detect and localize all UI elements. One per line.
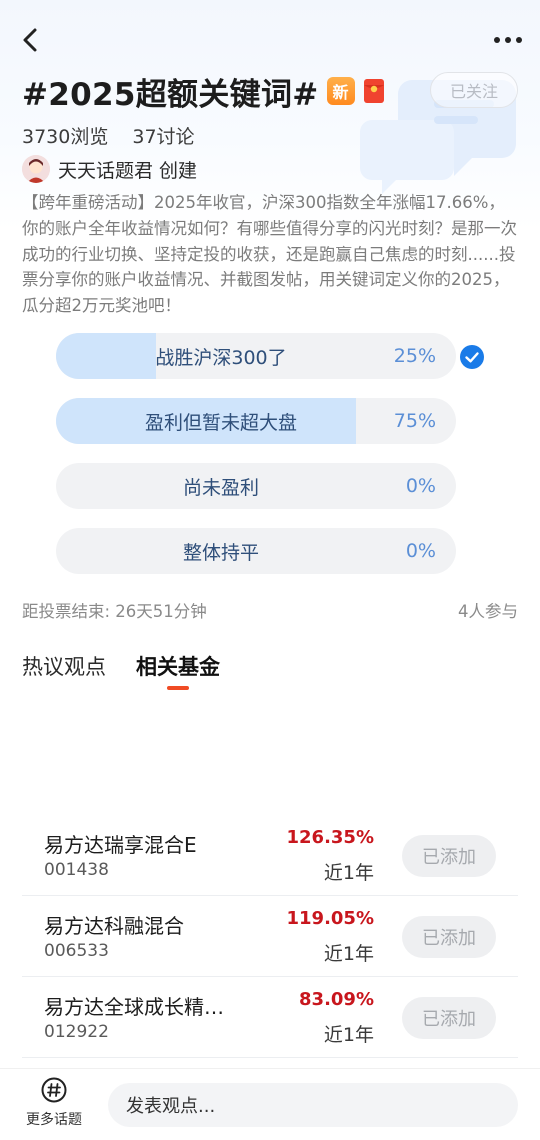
creator-avatar-icon bbox=[22, 155, 50, 183]
more-topics-button[interactable]: 更多话题 bbox=[16, 1077, 92, 1137]
fund-row[interactable]: 易方达全球成长精… 012922 83.09% 近1年 已添加 bbox=[22, 977, 518, 1058]
fund-name: 易方达全球成长精… bbox=[44, 995, 224, 1019]
page-title: #2025超额关键词# bbox=[22, 76, 319, 113]
red-envelope-icon bbox=[363, 79, 384, 103]
comment-input[interactable]: 发表观点... bbox=[108, 1083, 518, 1127]
poll-option-percent: 0% bbox=[405, 475, 436, 497]
added-button[interactable]: 已添加 bbox=[402, 916, 496, 958]
tab-hot-opinions[interactable]: 热议观点 bbox=[22, 648, 106, 684]
fund-return: 126.35% bbox=[286, 827, 375, 848]
added-button[interactable]: 已添加 bbox=[402, 997, 496, 1039]
tab-label: 热议观点 bbox=[22, 655, 106, 679]
follow-button[interactable]: 已关注 bbox=[430, 72, 518, 108]
tab-label: 相关基金 bbox=[136, 655, 220, 679]
more-topics-label: 更多话题 bbox=[26, 1112, 82, 1128]
fund-return: 119.05% bbox=[286, 908, 375, 929]
poll-deadline: 距投票结束: 26天51分钟 bbox=[22, 602, 207, 621]
poll-option[interactable]: 盈利但暂未超大盘 75% bbox=[56, 398, 456, 444]
hashtag-icon bbox=[41, 1077, 67, 1103]
fund-name: 易方达瑞享混合E bbox=[44, 833, 197, 857]
topic-stats: 3730浏览 37讨论 bbox=[22, 122, 195, 149]
creator-suffix: 创建 bbox=[159, 159, 198, 182]
selected-check-icon bbox=[460, 345, 484, 369]
new-badge: 新 bbox=[326, 77, 355, 105]
fund-code: 001438 bbox=[44, 860, 109, 880]
poll-option[interactable]: 尚未盈利 0% bbox=[56, 463, 456, 509]
poll-option-percent: 25% bbox=[393, 345, 436, 367]
poll-option[interactable]: 整体持平 0% bbox=[56, 528, 456, 574]
fund-name: 易方达科融混合 bbox=[44, 914, 184, 938]
chevron-left-icon bbox=[23, 28, 37, 52]
more-dots-icon bbox=[494, 37, 522, 43]
poll-option[interactable]: 战胜沪深300了 25% bbox=[56, 333, 456, 379]
poll-option-percent: 0% bbox=[405, 540, 436, 562]
poll-meta: 距投票结束: 26天51分钟 4人参与 bbox=[22, 598, 518, 622]
fund-period: 近1年 bbox=[323, 1024, 374, 1046]
poll-option-label: 整体持平 bbox=[182, 541, 259, 564]
fund-row[interactable]: 易方达瑞享混合E 001438 126.35% 近1年 已添加 bbox=[22, 815, 518, 896]
fund-code: 012922 bbox=[44, 1022, 109, 1042]
discussion-count: 37讨论 bbox=[132, 126, 195, 148]
fund-period: 近1年 bbox=[323, 943, 374, 965]
title-row: #2025超额关键词# 新 bbox=[22, 70, 385, 113]
more-button[interactable] bbox=[486, 22, 530, 58]
fund-row[interactable]: 易方达科融混合 006533 119.05% 近1年 已添加 bbox=[22, 896, 518, 977]
active-tab-indicator bbox=[167, 686, 189, 690]
view-count: 3730浏览 bbox=[22, 126, 109, 148]
creator-name[interactable]: 天天话题君 bbox=[58, 156, 153, 183]
added-button[interactable]: 已添加 bbox=[402, 835, 496, 877]
content-tabs: 热议观点 相关基金 bbox=[22, 648, 220, 698]
creator-row[interactable]: 天天话题君 创建 bbox=[22, 154, 197, 184]
tab-related-funds[interactable]: 相关基金 bbox=[136, 648, 220, 690]
bottom-bar: 更多话题 发表观点... bbox=[0, 1068, 540, 1140]
poll-option-label: 尚未盈利 bbox=[182, 476, 259, 499]
poll-participants: 4人参与 bbox=[458, 602, 518, 621]
poll-option-percent: 75% bbox=[393, 410, 436, 432]
back-button[interactable] bbox=[12, 22, 48, 58]
fund-return: 83.09% bbox=[299, 989, 374, 1010]
avatar[interactable] bbox=[22, 155, 50, 183]
fund-code: 006533 bbox=[44, 941, 109, 961]
topic-description: 【跨年重磅活动】2025年收官，沪深300指数全年涨幅17.66%，你的账户全年… bbox=[22, 193, 517, 316]
fund-period: 近1年 bbox=[323, 862, 374, 884]
